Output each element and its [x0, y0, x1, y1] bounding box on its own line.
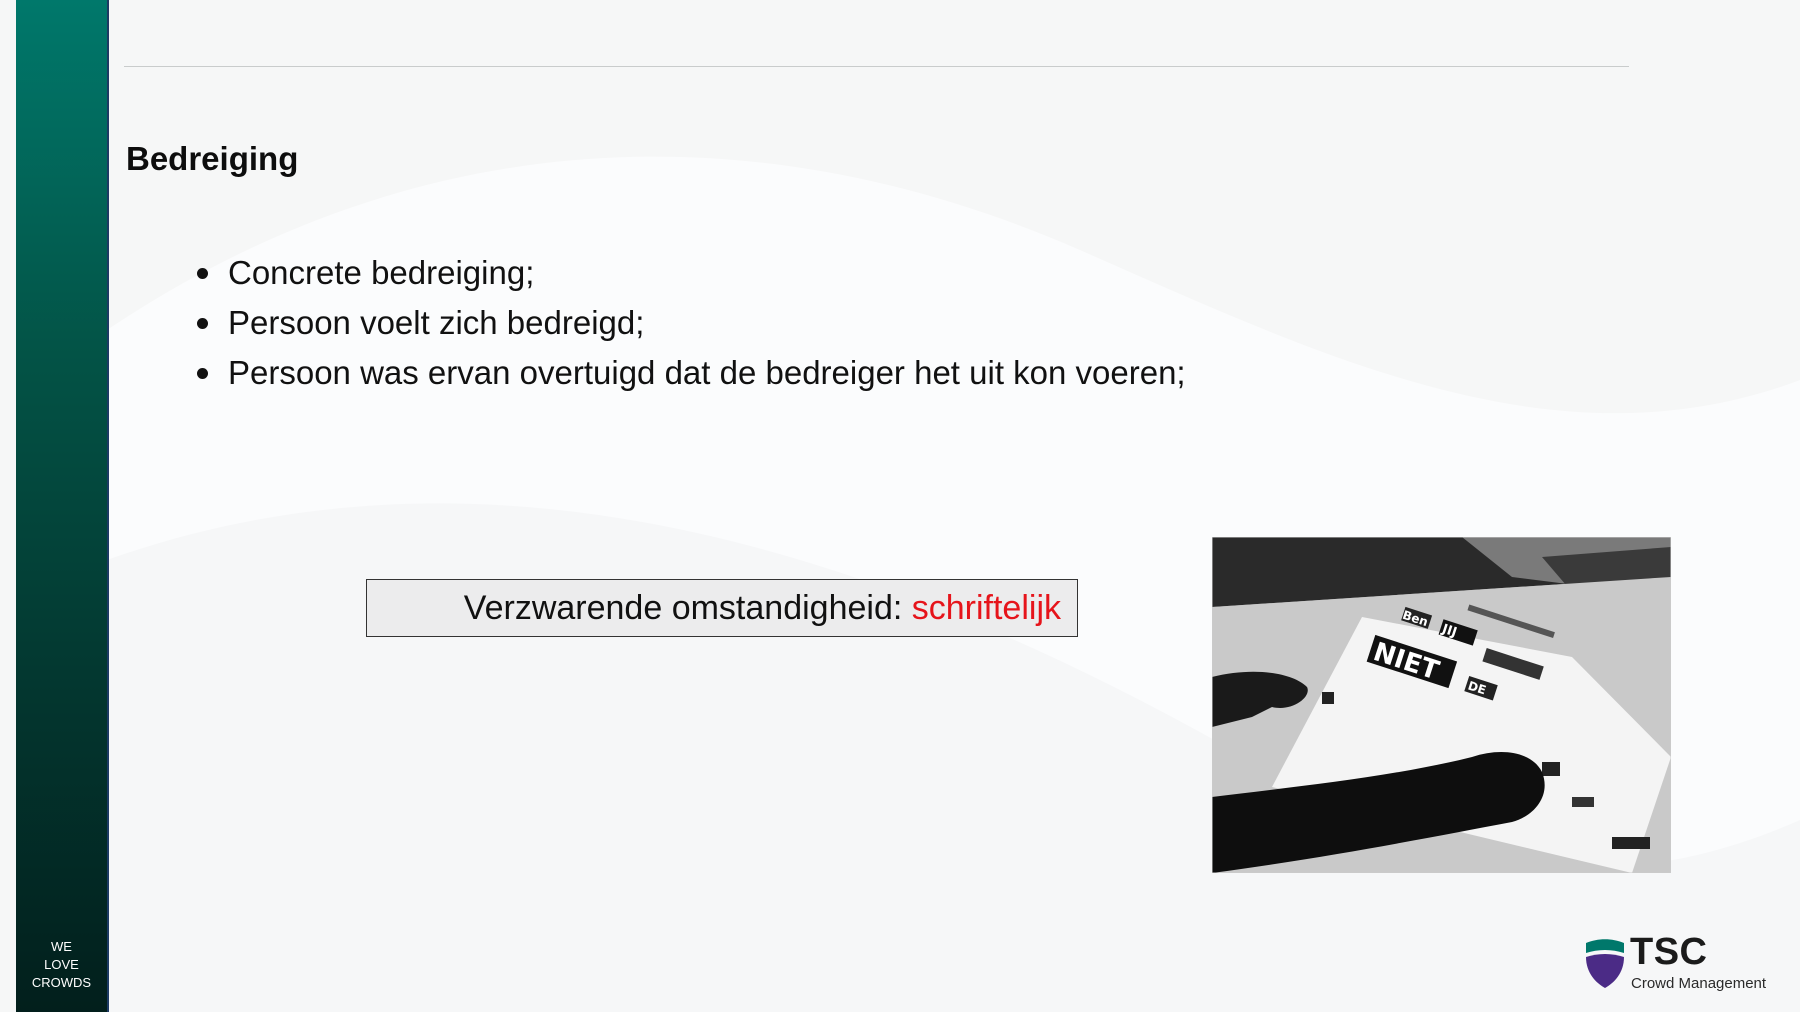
slogan-line: WE: [51, 939, 72, 954]
bullet-item: Persoon voelt zich bedreigd;: [194, 298, 1186, 348]
logo-brand: TSC: [1630, 931, 1708, 973]
callout-value: schriftelijk: [911, 588, 1061, 627]
slogan-line: CROWDS: [31, 975, 92, 990]
shield-icon: [1586, 939, 1624, 988]
bullet-list: Concrete bedreiging; Persoon voelt zich …: [194, 248, 1186, 398]
logo-subtitle: Crowd Management: [1631, 975, 1767, 992]
sidebar-slogan: WE LOVE CROWDS: [16, 938, 107, 992]
slogan-line: LOVE: [44, 957, 79, 972]
sidebar: WE LOVE CROWDS: [16, 0, 109, 1012]
bullet-item: Persoon was ervan overtuigd dat de bedre…: [194, 348, 1186, 398]
header-divider: [124, 66, 1629, 67]
callout-label: Verzwarende omstandigheid:: [463, 588, 912, 627]
callout-box: Verzwarende omstandigheid: schriftelijk: [366, 579, 1078, 637]
threat-letter-photo: Ben JIJ NIET DE: [1212, 537, 1671, 873]
bullet-item: Concrete bedreiging;: [194, 248, 1186, 298]
tsc-logo: TSC Crowd Management: [1584, 931, 1774, 993]
slide-title: Bedreiging: [126, 140, 299, 177]
